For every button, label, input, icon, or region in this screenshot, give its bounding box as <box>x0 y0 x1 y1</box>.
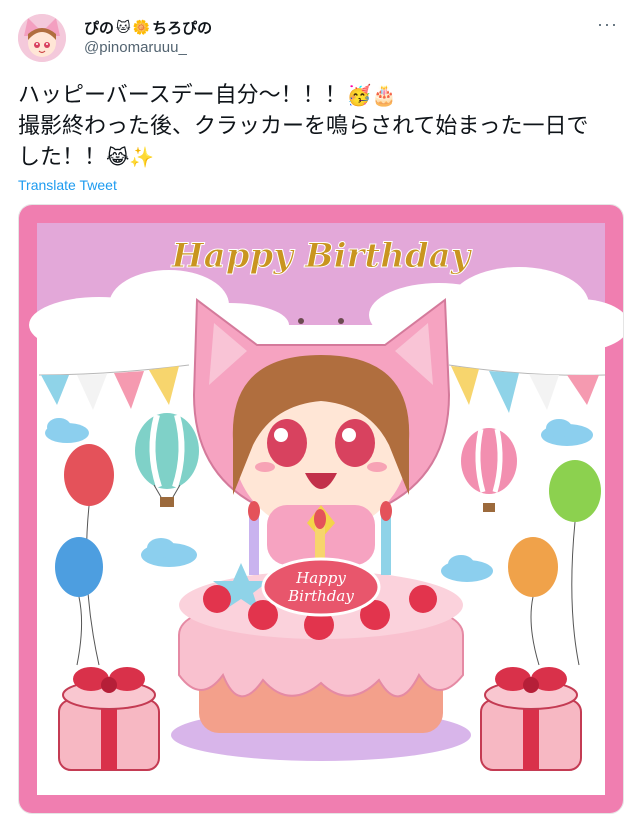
user-handle[interactable]: @pinomaruuu_ <box>84 39 187 56</box>
translate-tweet-link[interactable]: Translate Tweet <box>18 177 117 193</box>
avatar-image <box>18 14 66 62</box>
image-title: Happy Birthday <box>171 236 473 276</box>
party-face-cake-icon: 🥳🎂 <box>346 83 397 107</box>
gift-box-left <box>58 667 160 771</box>
tweet-text-line-3: した！！😹✨ <box>18 142 622 173</box>
tweet-text-line-1: ハッピーバースデー自分〜！！！🥳🎂 <box>18 80 622 111</box>
gift-box-right <box>480 667 582 771</box>
birthday-illustration: Happy Birthday Happy Birthday <box>19 205 623 813</box>
tweet-text-line-3-body: した！！ <box>18 145 107 170</box>
more-options-icon[interactable]: ··· <box>597 14 618 35</box>
tweet-text-line-2: 撮影終わった後、クラッカーを鳴らされて始まった一日で <box>18 114 589 139</box>
tweet-image[interactable]: Happy Birthday Happy Birthday <box>18 204 624 814</box>
plaque-text-line-1: Happy <box>295 569 346 587</box>
display-name-text: ぴの <box>84 20 115 37</box>
tweet-text-line-1-body: ハッピーバースデー自分〜！！！ <box>18 83 347 108</box>
blossom-icon: 🌼 <box>132 19 151 35</box>
plaque-text-line-2: Birthday <box>287 587 354 605</box>
display-name[interactable]: ぴの 🐱 🌼 ちろぴの <box>84 17 212 38</box>
laughing-cat-sparkles-icon: 😹✨ <box>106 145 155 169</box>
avatar[interactable] <box>18 14 66 62</box>
display-name-suffix: ちろぴの <box>152 20 213 37</box>
cat-face-icon: 🐱 <box>116 19 131 35</box>
tweet-text: ハッピーバースデー自分〜！！！🥳🎂 撮影終わった後、クラッカーを鳴らされて始まっ… <box>18 80 622 173</box>
